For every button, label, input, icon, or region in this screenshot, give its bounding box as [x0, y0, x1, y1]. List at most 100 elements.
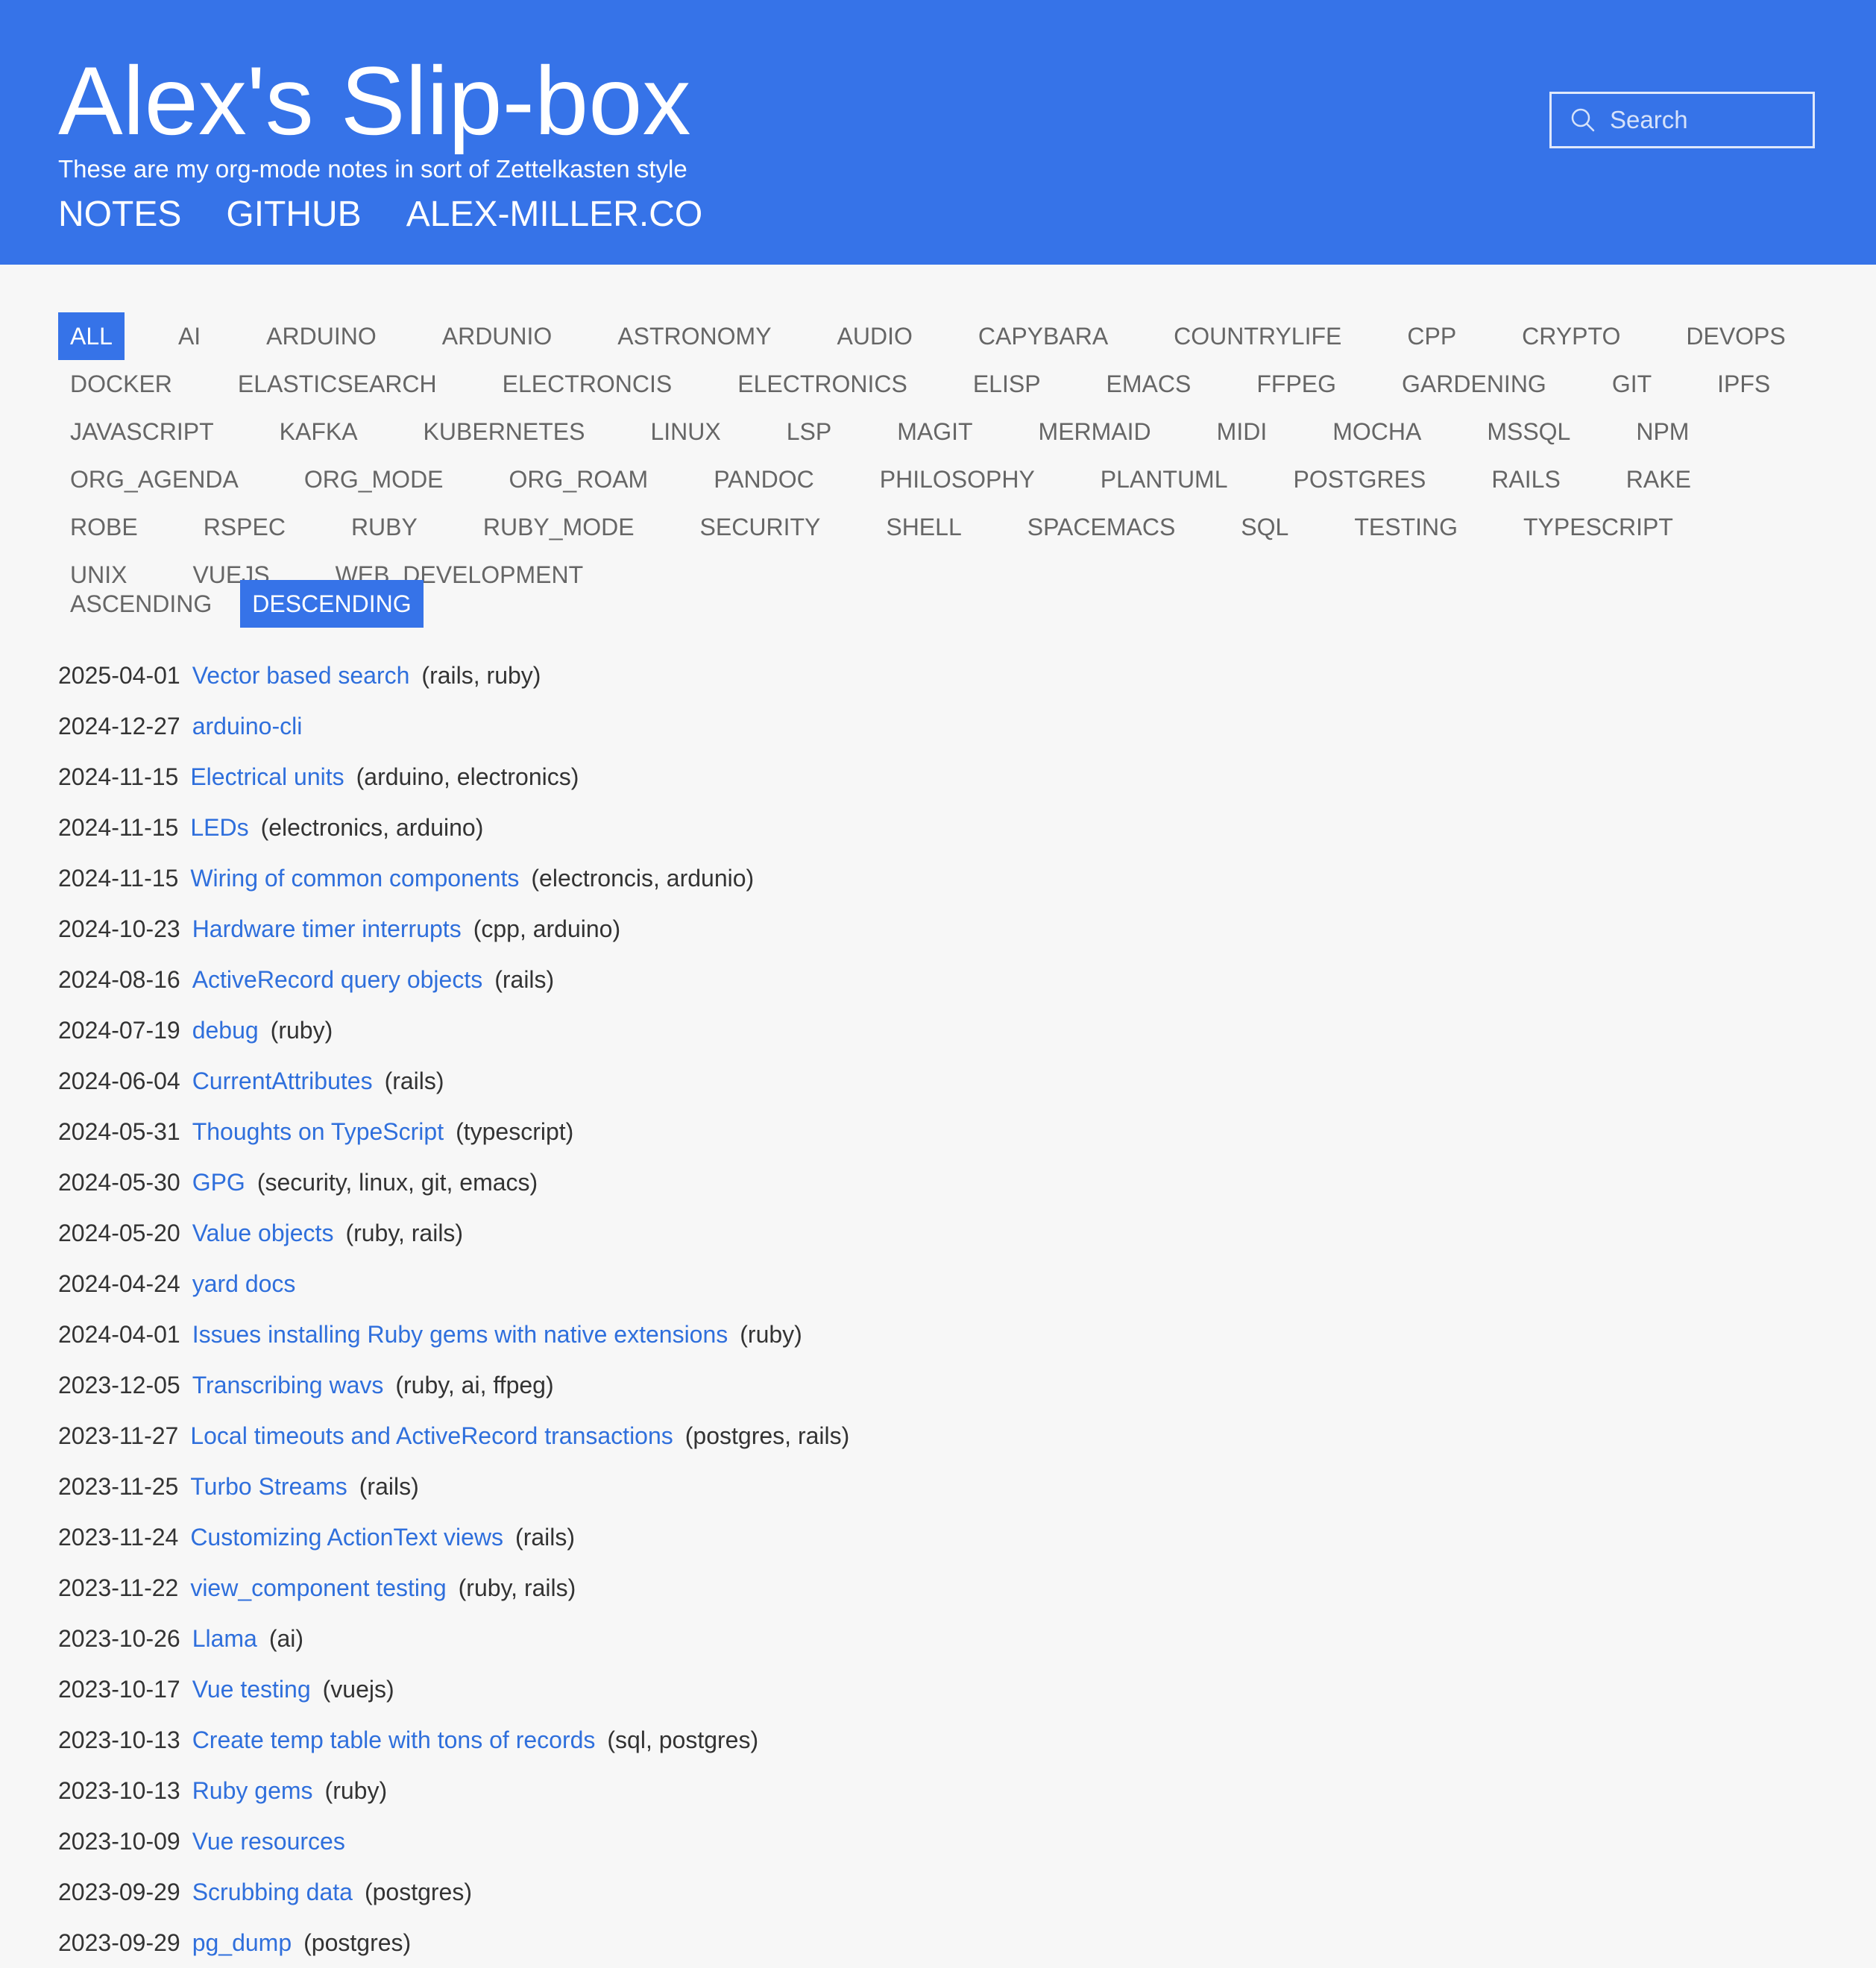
- tag-filter-testing[interactable]: TESTING: [1342, 503, 1470, 551]
- tag-filter-devops[interactable]: DEVOPS: [1674, 312, 1797, 360]
- tag-filter-git[interactable]: GIT: [1600, 360, 1663, 408]
- tag-filter-robe[interactable]: ROBE: [58, 503, 150, 551]
- note-title-link[interactable]: Thoughts on TypeScript: [192, 1118, 444, 1145]
- tag-filter-postgres[interactable]: POSTGRES: [1282, 455, 1438, 503]
- tag-filter-elasticsearch[interactable]: ELASTICSEARCH: [226, 360, 449, 408]
- tag-filter-gardening[interactable]: GARDENING: [1390, 360, 1558, 408]
- tag-filter-capybara[interactable]: CAPYBARA: [966, 312, 1120, 360]
- nav-link-alex-miller-co[interactable]: ALEX-MILLER.CO: [406, 192, 702, 237]
- note-title-link[interactable]: Electrical units: [190, 763, 344, 790]
- tag-filter-astronomy[interactable]: ASTRONOMY: [605, 312, 783, 360]
- tag-filter-security[interactable]: SECURITY: [688, 503, 833, 551]
- note-title-link[interactable]: arduino-cli: [192, 713, 303, 739]
- note-list-item: 2024-04-24 yard docs: [58, 1258, 849, 1309]
- note-title-link[interactable]: LEDs: [190, 814, 248, 841]
- tag-filter-midi[interactable]: MIDI: [1205, 408, 1279, 455]
- note-title-link[interactable]: Llama: [192, 1625, 257, 1652]
- sort-descending-button[interactable]: DESCENDING: [240, 580, 424, 628]
- tag-filter-ardunio[interactable]: ARDUNIO: [430, 312, 564, 360]
- tag-filter-crypto[interactable]: CRYPTO: [1510, 312, 1632, 360]
- note-title-link[interactable]: Transcribing wavs: [192, 1372, 384, 1398]
- tag-filter-rails[interactable]: RAILS: [1479, 455, 1572, 503]
- tag-filter-org-mode[interactable]: ORG_MODE: [292, 455, 456, 503]
- note-title-link[interactable]: ActiveRecord query objects: [192, 966, 483, 993]
- tag-filter-elisp[interactable]: ELISP: [961, 360, 1053, 408]
- site-subtitle: These are my org-mode notes in sort of Z…: [58, 155, 687, 183]
- note-list-item: 2023-12-05 Transcribing wavs (ruby, ai, ff…: [58, 1360, 849, 1410]
- note-title-link[interactable]: Turbo Streams: [190, 1473, 347, 1500]
- tag-filter-mocha[interactable]: MOCHA: [1321, 408, 1433, 455]
- search-box[interactable]: [1549, 92, 1815, 148]
- note-title-link[interactable]: Value objects: [192, 1220, 334, 1246]
- note-title-link[interactable]: Local timeouts and ActiveRecord transact…: [190, 1422, 673, 1449]
- search-input[interactable]: [1605, 106, 1804, 134]
- note-list-item: 2024-11-15 Wiring of common components (el…: [58, 853, 849, 903]
- tag-filter-sql[interactable]: SQL: [1229, 503, 1300, 551]
- tag-filter-kafka[interactable]: KAFKA: [268, 408, 370, 455]
- tag-filter-ai[interactable]: AI: [166, 312, 213, 360]
- note-tags: (ruby): [270, 1017, 333, 1044]
- note-date: 2023-10-26: [58, 1625, 180, 1652]
- tag-filter-rspec[interactable]: RSPEC: [192, 503, 298, 551]
- tag-filter-mssql[interactable]: MSSQL: [1475, 408, 1582, 455]
- note-date: 2023-11-25: [58, 1473, 179, 1500]
- tag-filter-cpp[interactable]: CPP: [1395, 312, 1468, 360]
- tag-filter-shell[interactable]: SHELL: [874, 503, 973, 551]
- tag-filter-electroncis[interactable]: ELECTRONCIS: [491, 360, 684, 408]
- note-date: 2024-04-01: [58, 1321, 180, 1348]
- site-title[interactable]: Alex's Slip-box: [58, 45, 691, 157]
- tag-filter-linux[interactable]: LINUX: [638, 408, 732, 455]
- sort-ascending-button[interactable]: ASCENDING: [58, 580, 224, 628]
- tag-filter-philosophy[interactable]: PHILOSOPHY: [868, 455, 1047, 503]
- nav-link-notes[interactable]: NOTES: [58, 192, 181, 237]
- tag-filter-ffpeg[interactable]: FFPEG: [1244, 360, 1348, 408]
- tag-filter-ruby-mode[interactable]: RUBY_MODE: [471, 503, 646, 551]
- note-date: 2024-11-15: [58, 865, 179, 892]
- note-title-link[interactable]: Ruby gems: [192, 1777, 313, 1804]
- note-title-link[interactable]: Customizing ActionText views: [190, 1524, 503, 1551]
- note-title-link[interactable]: Vue resources: [192, 1828, 345, 1855]
- note-title-link[interactable]: yard docs: [192, 1270, 296, 1297]
- tag-filter-plantuml[interactable]: PLANTUML: [1089, 455, 1240, 503]
- tag-filter-rake[interactable]: RAKE: [1614, 455, 1703, 503]
- tag-filter-docker[interactable]: DOCKER: [58, 360, 184, 408]
- tag-filter-npm[interactable]: NPM: [1624, 408, 1701, 455]
- tag-filter-ipfs[interactable]: IPFS: [1705, 360, 1782, 408]
- note-title-link[interactable]: Vector based search: [192, 662, 410, 689]
- note-date: 2023-10-13: [58, 1777, 180, 1804]
- tag-filter-pandoc[interactable]: PANDOC: [702, 455, 826, 503]
- note-title-link[interactable]: pg_dump: [192, 1929, 292, 1956]
- tag-filter-arduino[interactable]: ARDUINO: [254, 312, 388, 360]
- tag-filter-countrylife[interactable]: COUNTRYLIFE: [1162, 312, 1353, 360]
- tag-filter-lsp[interactable]: LSP: [775, 408, 843, 455]
- note-title-link[interactable]: Vue testing: [192, 1676, 311, 1703]
- tag-filter-audio[interactable]: AUDIO: [825, 312, 925, 360]
- tag-filter-ruby[interactable]: RUBY: [339, 503, 429, 551]
- tag-filter-mermaid[interactable]: MERMAID: [1027, 408, 1163, 455]
- tag-filter-spacemacs[interactable]: SPACEMACS: [1016, 503, 1188, 551]
- nav-link-github[interactable]: GITHUB: [226, 192, 361, 237]
- note-title-link[interactable]: Hardware timer interrupts: [192, 915, 462, 942]
- note-title-link[interactable]: CurrentAttributes: [192, 1067, 373, 1094]
- tag-filter-emacs[interactable]: EMACS: [1095, 360, 1203, 408]
- note-list-item: 2024-11-15 LEDs (electronics, arduino): [58, 802, 849, 853]
- note-title-link[interactable]: debug: [192, 1017, 259, 1044]
- note-title-link[interactable]: Create temp table with tons of records: [192, 1726, 596, 1753]
- note-date: 2024-07-19: [58, 1017, 180, 1044]
- tag-filter-javascript[interactable]: JAVASCRIPT: [58, 408, 226, 455]
- note-tags: (sql, postgres): [607, 1726, 759, 1753]
- tag-filter-org-agenda[interactable]: ORG_AGENDA: [58, 455, 251, 503]
- note-title-link[interactable]: GPG: [192, 1169, 245, 1196]
- tag-filter-org-roam[interactable]: ORG_ROAM: [497, 455, 661, 503]
- tag-filter-electronics[interactable]: ELECTRONICS: [725, 360, 919, 408]
- tag-filter-typescript[interactable]: TYPESCRIPT: [1511, 503, 1685, 551]
- note-title-link[interactable]: Issues installing Ruby gems with native …: [192, 1321, 728, 1348]
- tag-filter-magit[interactable]: MAGIT: [885, 408, 984, 455]
- note-title-link[interactable]: view_component testing: [190, 1574, 446, 1601]
- note-tags: (ruby): [740, 1321, 802, 1348]
- note-title-link[interactable]: Scrubbing data: [192, 1879, 353, 1905]
- tag-filter-all[interactable]: ALL: [58, 312, 125, 360]
- note-tags: (ruby, rails): [458, 1574, 576, 1601]
- tag-filter-kubernetes[interactable]: KUBERNETES: [412, 408, 597, 455]
- note-title-link[interactable]: Wiring of common components: [190, 865, 519, 892]
